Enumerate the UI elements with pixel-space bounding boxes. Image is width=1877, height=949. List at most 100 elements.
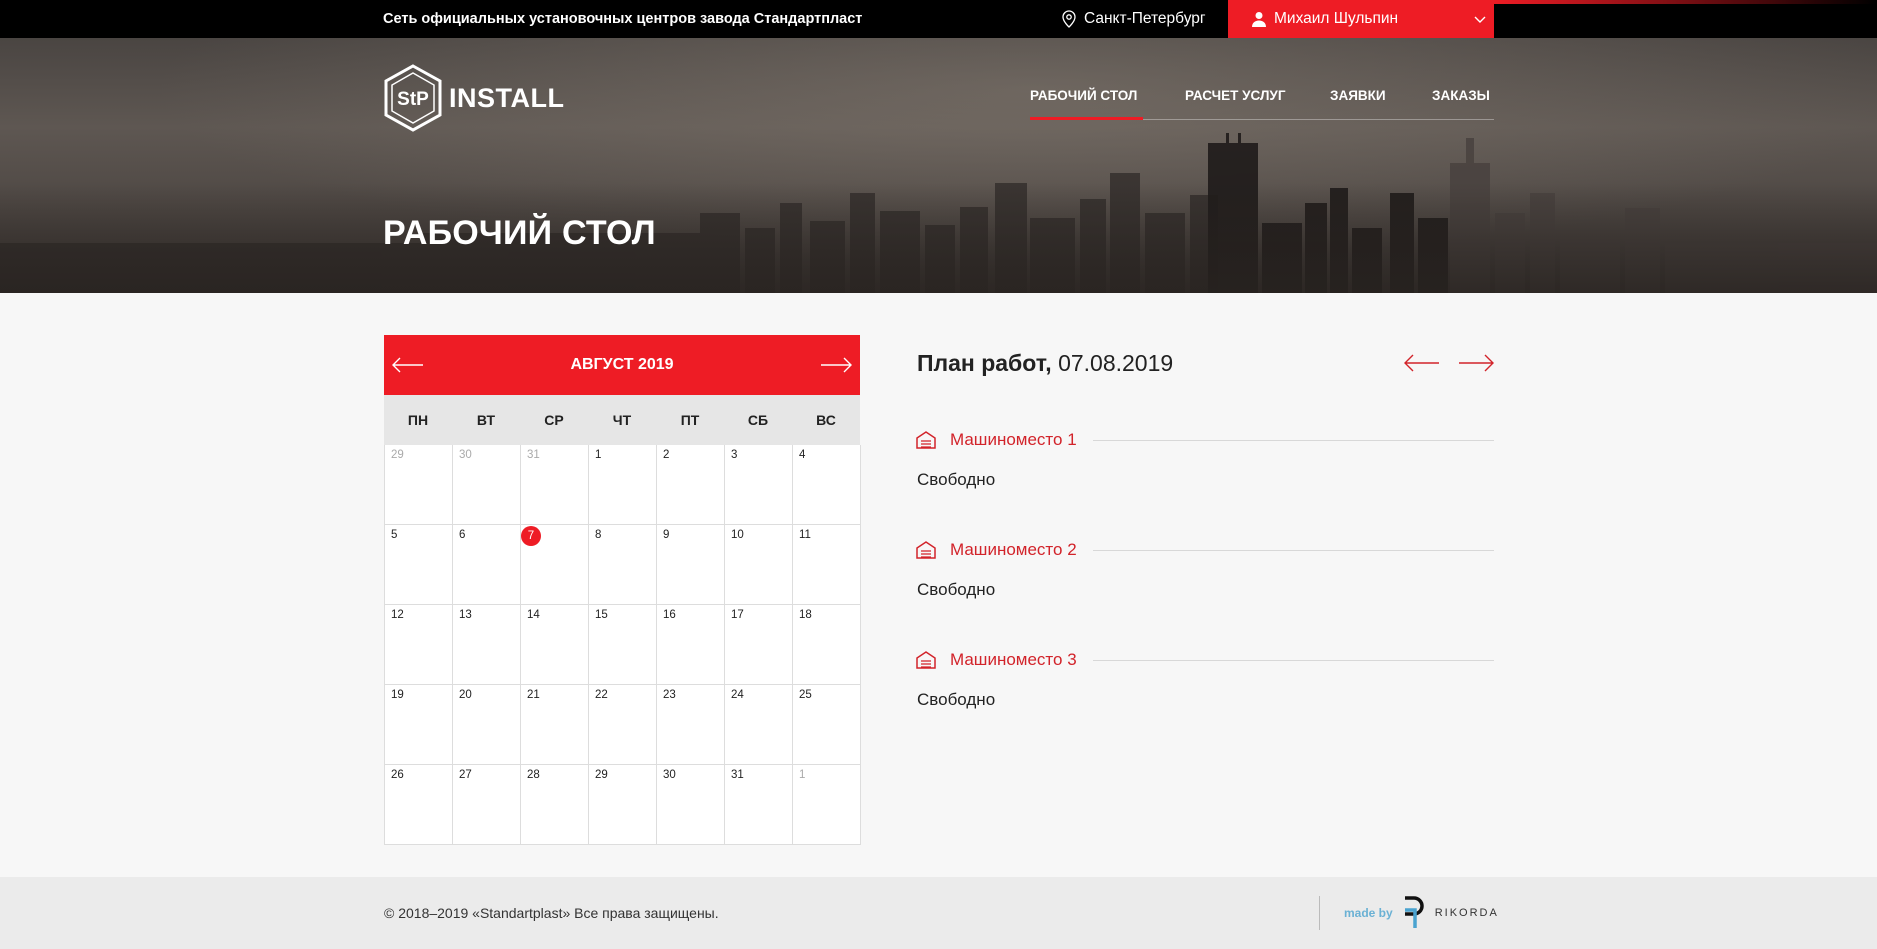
day-number: 19 bbox=[391, 689, 404, 701]
weekday: ЧТ bbox=[612, 412, 632, 428]
rikorda-logo-icon bbox=[1404, 896, 1424, 928]
parking-slot: Машиноместо 3 Свободно bbox=[916, 647, 1494, 710]
parking-slot: Машиноместо 1 Свободно bbox=[916, 427, 1494, 490]
day-number: 16 bbox=[663, 609, 676, 621]
calendar-day[interactable]: 16 bbox=[657, 605, 725, 685]
calendar-day[interactable]: 3 bbox=[725, 445, 793, 525]
user-icon bbox=[1252, 12, 1266, 27]
calendar-day[interactable]: 12 bbox=[385, 605, 453, 685]
calendar-day[interactable]: 27 bbox=[453, 765, 521, 845]
day-number: 9 bbox=[663, 529, 670, 541]
nav-item-requests[interactable]: ЗАЯВКИ bbox=[1330, 88, 1386, 103]
calendar-day[interactable]: 23 bbox=[657, 685, 725, 765]
weekday: ВТ bbox=[476, 412, 496, 428]
day-number: 28 bbox=[527, 769, 540, 781]
day-number: 31 bbox=[731, 769, 744, 781]
calendar-day[interactable]: 1 bbox=[793, 765, 861, 845]
day-number: 18 bbox=[799, 609, 812, 621]
calendar-day[interactable]: 30 bbox=[453, 445, 521, 525]
arrow-right-icon[interactable] bbox=[1458, 354, 1494, 372]
slot-name[interactable]: Машиноместо 3 bbox=[950, 650, 1077, 670]
calendar-day[interactable]: 1 bbox=[589, 445, 657, 525]
made-by-link[interactable]: made by RIKORDA bbox=[1319, 896, 1499, 930]
hero-banner bbox=[0, 38, 1877, 293]
footer: © 2018–2019 «Standartplast» Все права за… bbox=[0, 877, 1877, 949]
day-number: 3 bbox=[731, 449, 738, 461]
stp-hexagon-logo-icon: StP bbox=[384, 64, 442, 132]
slot-status: Свободно bbox=[917, 690, 996, 709]
chevron-down-icon bbox=[1474, 16, 1486, 23]
calendar-day[interactable]: 31 bbox=[725, 765, 793, 845]
calendar-day[interactable]: 11 bbox=[793, 525, 861, 605]
calendar-day[interactable]: 18 bbox=[793, 605, 861, 685]
arrow-right-icon[interactable] bbox=[820, 357, 852, 373]
day-number: 12 bbox=[391, 609, 404, 621]
day-number: 5 bbox=[391, 529, 398, 541]
calendar-day[interactable]: 19 bbox=[385, 685, 453, 765]
calendar-day[interactable]: 13 bbox=[453, 605, 521, 685]
calendar-day[interactable]: 14 bbox=[521, 605, 589, 685]
stp-install-logo[interactable]: StP INSTALL bbox=[383, 64, 564, 132]
day-number: 29 bbox=[391, 449, 404, 461]
calendar-day[interactable]: 26 bbox=[385, 765, 453, 845]
calendar-header: АВГУСТ 2019 bbox=[384, 335, 860, 395]
day-number: 8 bbox=[595, 529, 602, 541]
calendar-day[interactable]: 22 bbox=[589, 685, 657, 765]
calendar-day[interactable]: 30 bbox=[657, 765, 725, 845]
weekday: ВС bbox=[816, 412, 836, 428]
calendar-day[interactable]: 17 bbox=[725, 605, 793, 685]
calendar-day[interactable]: 24 bbox=[725, 685, 793, 765]
day-number: 27 bbox=[459, 769, 472, 781]
calendar-day[interactable]: 4 bbox=[793, 445, 861, 525]
weekday: ПН bbox=[407, 412, 429, 428]
calendar-day[interactable]: 8 bbox=[589, 525, 657, 605]
calendar-day[interactable]: 5 bbox=[385, 525, 453, 605]
nav-item-orders[interactable]: ЗАКАЗЫ bbox=[1432, 88, 1490, 103]
calendar-day[interactable]: 31 bbox=[521, 445, 589, 525]
calendar-day[interactable]: 25 bbox=[793, 685, 861, 765]
day-number: 4 bbox=[799, 449, 806, 461]
plan-label: План работ, bbox=[917, 350, 1052, 376]
calendar-month: АВГУСТ 2019 bbox=[570, 356, 674, 373]
made-by-label: made by bbox=[1344, 906, 1393, 920]
logo-text: INSTALL bbox=[449, 82, 565, 113]
calendar-day[interactable]: 9 bbox=[657, 525, 725, 605]
day-number: 25 bbox=[799, 689, 812, 701]
day-number: 14 bbox=[527, 609, 540, 621]
day-number: 2 bbox=[663, 449, 670, 461]
day-number: 1 bbox=[799, 769, 806, 781]
garage-icon bbox=[916, 541, 936, 559]
calendar-day[interactable]: 10 bbox=[725, 525, 793, 605]
calendar-day-today[interactable]: 7 bbox=[521, 525, 589, 605]
calendar: АВГУСТ 2019 ПН ВТ СР ЧТ ПТ СБ ВС 29 30 31 1… bbox=[384, 335, 861, 845]
calendar-day[interactable]: 29 bbox=[385, 445, 453, 525]
calendar-day[interactable]: 29 bbox=[589, 765, 657, 845]
calendar-day[interactable]: 28 bbox=[521, 765, 589, 845]
slot-status: Свободно bbox=[917, 470, 996, 489]
calendar-day[interactable]: 6 bbox=[453, 525, 521, 605]
city-selector[interactable]: Санкт-Петербург bbox=[1062, 0, 1206, 38]
day-number: 31 bbox=[527, 449, 540, 461]
day-number: 13 bbox=[459, 609, 472, 621]
main-nav: РАБОЧИЙ СТОЛ РАСЧЕТ УСЛУГ ЗАЯВКИ ЗАКАЗЫ bbox=[1030, 80, 1494, 120]
day-number: 26 bbox=[391, 769, 404, 781]
calendar-day[interactable]: 2 bbox=[657, 445, 725, 525]
day-number: 10 bbox=[731, 529, 744, 541]
day-number: 30 bbox=[459, 449, 472, 461]
nav-item-services-calc[interactable]: РАСЧЕТ УСЛУГ bbox=[1185, 88, 1285, 103]
nav-item-desktop[interactable]: РАБОЧИЙ СТОЛ bbox=[1030, 88, 1144, 120]
day-number: 23 bbox=[663, 689, 676, 701]
user-menu[interactable]: Михаил Шульпин bbox=[1228, 0, 1494, 38]
calendar-day[interactable]: 20 bbox=[453, 685, 521, 765]
calendar-day[interactable]: 15 bbox=[589, 605, 657, 685]
day-number: 11 bbox=[799, 529, 811, 541]
calendar-day[interactable]: 21 bbox=[521, 685, 589, 765]
slot-name[interactable]: Машиноместо 1 bbox=[950, 430, 1077, 450]
day-number: 24 bbox=[731, 689, 744, 701]
arrow-left-icon[interactable] bbox=[1404, 354, 1440, 372]
day-number: 7 bbox=[521, 526, 541, 546]
weekday-header: ПН ВТ СР ЧТ ПТ СБ ВС bbox=[384, 395, 860, 445]
network-title: Сеть официальных установочных центров за… bbox=[383, 11, 863, 27]
slot-name[interactable]: Машиноместо 2 bbox=[950, 540, 1077, 560]
day-number: 30 bbox=[663, 769, 676, 781]
